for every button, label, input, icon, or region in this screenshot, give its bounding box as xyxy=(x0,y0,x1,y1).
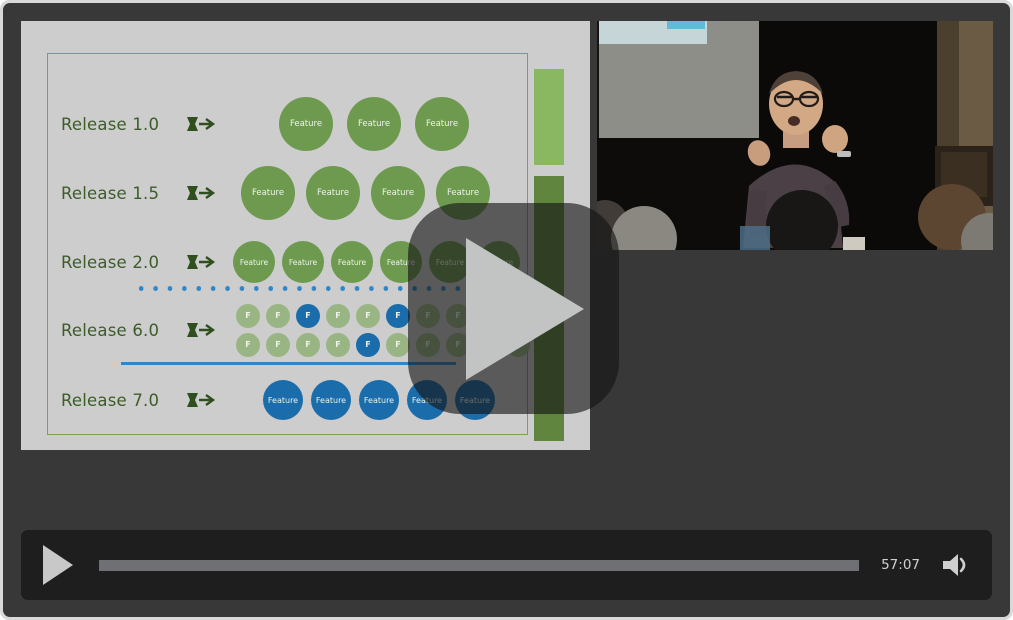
feature-mini-circle: F xyxy=(266,303,290,328)
feature-circle: Feature xyxy=(279,97,333,151)
green-accent-bar-top xyxy=(534,69,564,165)
feature-circle: Feature xyxy=(331,241,373,283)
release-arrow-icon xyxy=(181,391,221,409)
play-button[interactable] xyxy=(43,545,73,585)
feature-circle: Feature xyxy=(415,97,469,151)
feature-mini-circle: F xyxy=(296,332,320,357)
feature-mini-circle: F xyxy=(236,303,260,328)
feature-circle: Feature xyxy=(347,97,401,151)
feature-mini-circle: F xyxy=(296,303,320,328)
video-player-body: Release 1.0 Feature Feature Feature Rele… xyxy=(3,3,1010,617)
feature-circle-group: Feature Feature Feature xyxy=(279,97,469,151)
release-label: Release 1.0 xyxy=(61,114,160,134)
release-arrow-icon xyxy=(181,253,221,271)
time-display: 57:07 xyxy=(881,557,920,573)
release-arrow-icon xyxy=(181,184,221,202)
video-player-frame: Release 1.0 Feature Feature Feature Rele… xyxy=(0,0,1013,620)
release-row-1-0: Release 1.0 Feature Feature Feature xyxy=(61,95,469,153)
volume-button[interactable] xyxy=(940,550,972,580)
feature-mini-circle: F xyxy=(326,332,350,357)
play-triangle-icon xyxy=(465,237,584,380)
feature-mini-circle: F xyxy=(386,332,410,357)
player-control-bar: 57:07 xyxy=(21,530,992,600)
feature-mini-circle: F xyxy=(326,303,350,328)
feature-mini-circle: F xyxy=(236,332,260,357)
solid-separator-line xyxy=(121,362,456,365)
release-arrow-icon xyxy=(181,321,221,339)
feature-circle: Feature xyxy=(371,166,425,220)
feature-mini-circle: F xyxy=(386,303,410,328)
release-label: Release 2.0 xyxy=(61,252,160,272)
release-label: Release 7.0 xyxy=(61,390,160,410)
feature-circle: Feature xyxy=(263,380,303,420)
release-arrow-icon xyxy=(181,115,221,133)
release-label: Release 1.5 xyxy=(61,183,160,203)
feature-mini-circle: F xyxy=(266,332,290,357)
speaker-webcam-panel xyxy=(597,21,993,250)
progress-bar[interactable] xyxy=(99,559,860,571)
feature-mini-circle: F xyxy=(356,332,380,357)
center-play-button[interactable] xyxy=(408,203,619,414)
speaker-volume-icon xyxy=(943,554,966,576)
release-label: Release 6.0 xyxy=(61,320,160,340)
feature-circle: Feature xyxy=(306,166,360,220)
release-row-1-5: Release 1.5 Feature Feature Feature Feat… xyxy=(61,164,490,222)
speaker-video-frame xyxy=(597,21,993,250)
feature-circle: Feature xyxy=(241,166,295,220)
feature-mini-circle: F xyxy=(356,303,380,328)
feature-circle: Feature xyxy=(233,241,275,283)
feature-circle: Feature xyxy=(359,380,399,420)
feature-circle: Feature xyxy=(282,241,324,283)
feature-circle: Feature xyxy=(311,380,351,420)
